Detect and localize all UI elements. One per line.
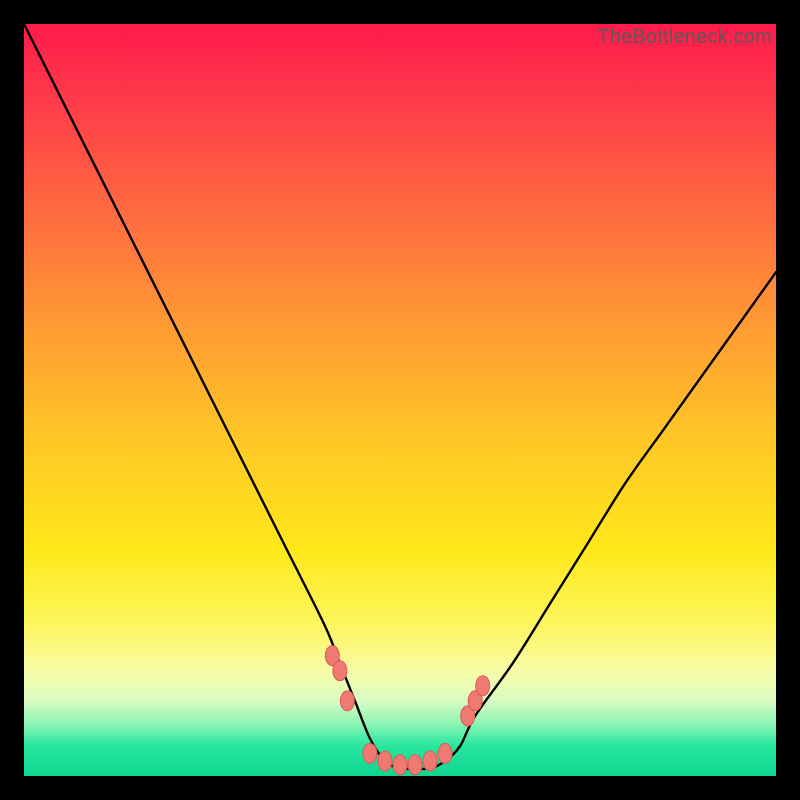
curve-marker — [393, 755, 407, 775]
plot-area — [24, 24, 776, 776]
curve-marker — [438, 743, 452, 763]
watermark-text: TheBottleneck.com — [597, 26, 772, 49]
curve-marker — [423, 751, 437, 771]
curve-marker — [378, 751, 392, 771]
curve-marker — [333, 661, 347, 681]
curve-marker — [363, 743, 377, 763]
chart-frame: TheBottleneck.com — [0, 0, 800, 800]
curve-marker — [340, 691, 354, 711]
bottleneck-curve — [24, 24, 776, 769]
curve-marker — [408, 755, 422, 775]
curve-marker — [476, 676, 490, 696]
curve-layer — [24, 24, 776, 776]
curve-markers — [325, 646, 489, 775]
